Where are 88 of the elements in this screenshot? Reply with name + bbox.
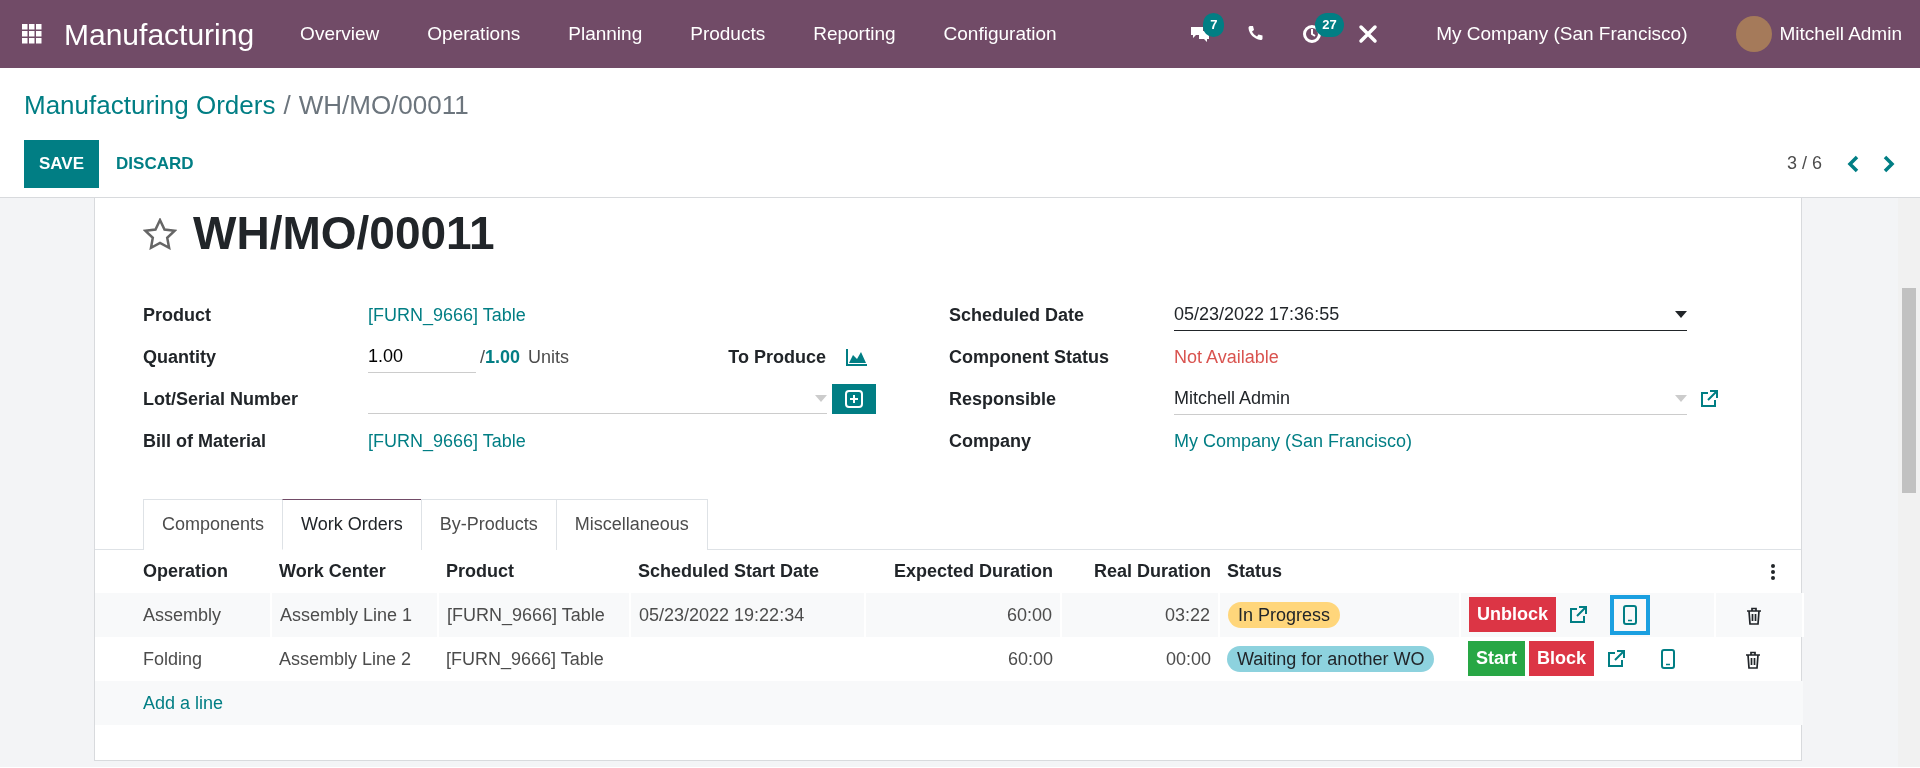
apps-menu-icon[interactable] [22,24,42,44]
unblock-button[interactable]: Unblock [1469,596,1556,632]
caret-icon [1675,394,1687,403]
table-cell: Assembly [95,593,271,637]
column-header[interactable]: Work Center [271,550,438,593]
scrollbar-thumb[interactable] [1902,288,1916,493]
unit-label: Units [528,345,570,369]
pager-value: 3 / 6 [1786,152,1822,176]
table-cell: [FURN_9666] Table [438,637,630,681]
star-icon[interactable] [143,218,177,250]
menu-item[interactable]: Products [666,19,790,49]
menu-item[interactable]: Overview [276,19,404,49]
breadcrumb-current: WH/MO/00011 [298,90,469,120]
breadcrumb-link[interactable]: Manufacturing Orders [24,90,276,120]
produced-quantity: 1.00 [485,345,521,369]
field-label: Scheduled Date [949,303,1086,327]
previous-icon[interactable] [1846,154,1860,173]
field-label: To Produce [728,345,826,369]
record-title: WH/MO/00011 [193,206,495,262]
tablet-button[interactable] [1610,595,1650,635]
tablet-icon [1623,605,1637,625]
tab[interactable]: Components [143,499,284,550]
field-label: Quantity [143,345,217,369]
field-label: Component Status [949,345,1110,369]
trash-icon[interactable] [1746,606,1762,625]
field-link[interactable]: My Company (San Francisco) [1174,427,1413,455]
field-value: Mitchell Admin [1174,387,1291,410]
tools-icon[interactable] [1357,23,1380,45]
column-header[interactable]: Product [438,550,630,593]
menu-item[interactable]: Operations [403,19,545,49]
slash-separator: / [480,345,485,369]
field-label: Bill of Material [143,429,268,453]
table-cell: 60:00 [865,637,1061,681]
field-label: Lot/Serial Number [143,387,300,411]
trash-icon[interactable] [1745,650,1761,669]
tab[interactable]: Work Orders [282,499,422,550]
tablet-icon [1661,649,1676,669]
tab[interactable]: By-Products [420,499,557,550]
column-header[interactable]: Scheduled Start Date [630,550,865,593]
table-cell: 00:00 [1061,637,1219,681]
block-button[interactable]: Block [1529,640,1595,676]
save-button[interactable]: SAVE [24,140,100,188]
table-cell: [FURN_9666] Table [438,593,630,637]
tab[interactable]: Miscellaneous [555,499,708,550]
caret-icon [1675,310,1687,319]
breadcrumb-separator: / [283,90,291,120]
status-badge: In Progress [1228,601,1341,628]
add-line-link[interactable]: Add a line [143,692,224,713]
external-link-icon[interactable] [1606,649,1627,669]
menu-item[interactable]: Configuration [919,19,1081,49]
plus-square-icon [845,390,863,408]
table-cell: 05/23/2022 19:22:34 [630,593,865,637]
count-badge: 27 [1315,13,1344,37]
field-value: Not Available [1174,345,1279,369]
column-header[interactable]: Operation [95,550,271,593]
column-header[interactable]: Real Duration [1061,550,1219,593]
area-chart-icon[interactable] [846,348,868,366]
responsible-field[interactable]: Mitchell Admin [1174,383,1687,415]
table-cell: Assembly Line 2 [271,637,438,681]
more-options-icon[interactable] [1771,564,1775,581]
date-field[interactable]: 05/23/2022 17:36:55 [1174,299,1687,331]
field-link[interactable]: [FURN_9666] Table [368,427,526,455]
column-header[interactable]: Expected Duration [865,550,1061,593]
field-label: Responsible [949,387,1058,411]
avatar [1735,16,1772,52]
caret-icon [815,394,827,403]
status-badge: Waiting for another WO [1227,645,1435,672]
column-header[interactable]: Status [1219,550,1460,593]
menu-item[interactable]: Reporting [789,19,920,49]
company-switcher[interactable]: My Company (San Francisco) [1412,19,1712,49]
table-cell: Folding [95,637,271,681]
field-link[interactable]: [FURN_9666] Table [368,301,526,329]
quantity-input[interactable]: 1.00 [368,341,476,373]
external-link-icon[interactable] [1699,389,1719,409]
create-button[interactable] [832,384,876,414]
field-label: Product [143,303,212,327]
count-badge: 7 [1203,13,1225,37]
table-cell: Assembly Line 1 [271,593,438,637]
table-cell: 03:22 [1061,593,1219,637]
external-link-icon[interactable] [1568,605,1588,625]
next-icon[interactable] [1882,154,1896,173]
table-cell: 60:00 [865,593,1061,637]
date-value: 05/23/2022 17:36:55 [1174,303,1340,326]
user-menu[interactable]: Mitchell Admin [1779,19,1902,49]
app-name: Manufacturing [64,16,255,53]
field-label: Company [949,429,1032,453]
menu-item[interactable]: Planning [544,19,667,49]
discard-button[interactable]: DISCARD [103,144,207,184]
